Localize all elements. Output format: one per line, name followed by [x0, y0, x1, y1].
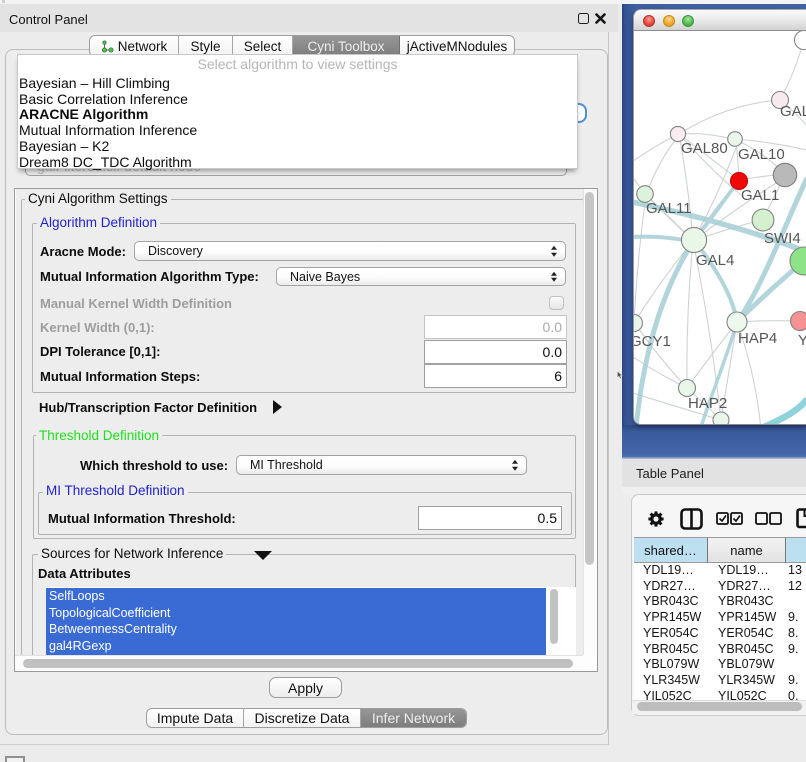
svg-text:GAL4: GAL4 — [696, 252, 734, 269]
svg-text:GAL11: GAL11 — [646, 200, 692, 217]
svg-text:GAL1: GAL1 — [741, 187, 779, 204]
svg-text:Y: Y — [798, 332, 806, 349]
svg-text:GAL10: GAL10 — [738, 146, 785, 163]
svg-text:GCY1: GCY1 — [634, 333, 671, 350]
svg-text:GAL2: GAL2 — [780, 103, 806, 120]
svg-text:HAP2: HAP2 — [688, 395, 727, 412]
svg-text:HAP4: HAP4 — [738, 330, 777, 347]
svg-text:SWI4: SWI4 — [764, 230, 801, 247]
svg-text:GAL80: GAL80 — [681, 140, 728, 157]
